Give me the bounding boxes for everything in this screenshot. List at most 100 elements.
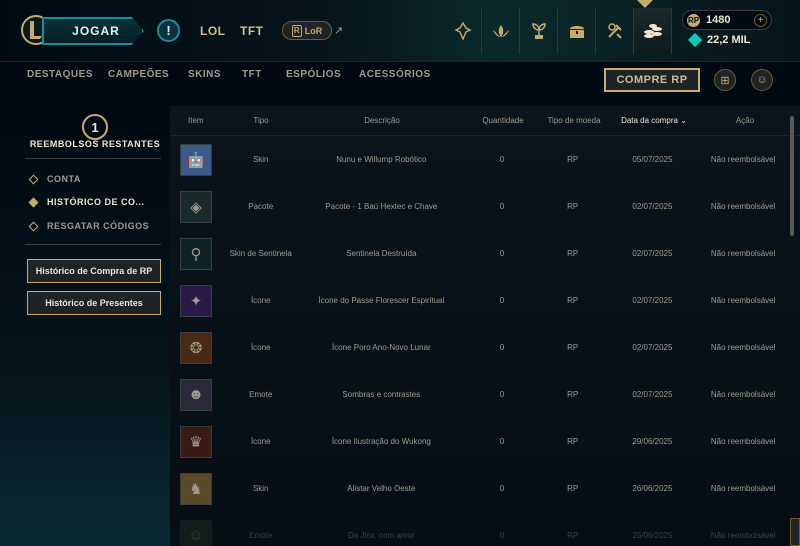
cell-descricao: Ícone Ilustração do Wukong	[331, 437, 431, 446]
plant-icon[interactable]	[520, 8, 558, 54]
cell-data: 26/06/2025	[632, 484, 673, 493]
cell-moeda: RP	[567, 155, 579, 164]
gift-icon[interactable]: ⊞	[714, 69, 736, 91]
cell-moeda: RP	[567, 484, 579, 493]
cell-moeda: RP	[567, 343, 579, 352]
play-button[interactable]: JOGAR	[42, 17, 144, 45]
cell-descricao: Sombras e contrastes	[342, 390, 421, 399]
cell-quantidade: 0	[499, 343, 505, 352]
tab-destaques[interactable]: DESTAQUES	[27, 69, 93, 80]
cell-tipo: Skin	[252, 484, 269, 493]
cell-moeda: RP	[567, 296, 579, 305]
cell-acao: Não reembolsável	[710, 390, 776, 399]
cell-item: ◈	[170, 190, 226, 223]
lor-badge-icon: R	[291, 24, 302, 37]
currency-panel: RP 1480 + 22,2 MIL	[682, 10, 772, 48]
cell-tipo: Pacote	[248, 202, 274, 211]
cell-item: ☺	[170, 519, 226, 546]
lor-button[interactable]: R LoR	[282, 21, 332, 40]
cell-acao: Não reembolsável	[710, 437, 776, 446]
cell-data: 02/07/2025	[632, 249, 673, 258]
cell-tipo: Ícone	[250, 296, 271, 305]
cell-data: 02/07/2025	[632, 202, 673, 211]
sidebar-item-historico[interactable]: HISTÓRICO DE CO...	[28, 197, 145, 207]
table-row[interactable]: ☺ Emote Da Jinx, com amor 0 RP 25/06/2025 Não …	[170, 512, 790, 546]
buy-rp-button[interactable]: COMPRE RP	[604, 68, 700, 92]
cell-moeda: RP	[567, 531, 579, 540]
cell-data: 25/06/2025	[632, 531, 673, 540]
table-row[interactable]: ✦ Ícone Ícone do Passe Florescer Espiritua…	[170, 277, 790, 324]
tab-espolios[interactable]: ESPÓLIOS	[286, 69, 341, 80]
alert-icon[interactable]: !	[157, 19, 180, 42]
table-row[interactable]: ♛ Ícone Ícone Ilustração do Wukong 0 RP 29/06…	[170, 418, 790, 465]
cell-item: ♞	[170, 472, 226, 505]
table-row[interactable]: ♞ Skin Alistar Velho Oeste 0 RP 26/06/2025 Não…	[170, 465, 790, 512]
sidebar-item-conta[interactable]: CONTA	[28, 174, 81, 184]
chest-icon[interactable]	[558, 8, 596, 54]
friends-icon[interactable]: ☺	[751, 69, 773, 91]
gift-history-button[interactable]: Histórico de Presentes	[27, 291, 161, 315]
tab-tft[interactable]: TFT	[240, 24, 264, 38]
item-thumbnail: ⚲	[180, 237, 212, 270]
cell-moeda: RP	[567, 249, 579, 258]
cell-acao: Não reembolsável	[710, 202, 776, 211]
external-link-icon: ↗	[334, 25, 344, 37]
tab-skins[interactable]: SKINS	[188, 69, 221, 80]
table-row[interactable]: ⚲ Skin de Sentinela Sentinela Destruída 0 RP…	[170, 230, 790, 277]
header-acao: Ação	[735, 116, 755, 125]
cell-quantidade: 0	[499, 484, 505, 493]
rp-purchase-history-button[interactable]: Histórico de Compra de RP	[27, 259, 161, 283]
active-tab-notch-icon	[637, 0, 653, 8]
cell-data: 02/07/2025	[632, 296, 673, 305]
tab-lol[interactable]: LOL	[200, 24, 226, 38]
item-thumbnail: ♛	[180, 425, 212, 458]
scrollbar[interactable]	[790, 116, 794, 236]
cell-item: ☻	[170, 378, 226, 411]
table-row[interactable]: ❂ Ícone Ícone Poro Ano-Novo Lunar 0 RP 02/07/…	[170, 324, 790, 371]
purchase-history-table: Item Tipo Descrição Quantidade Tipo de m…	[170, 106, 800, 546]
home-icon[interactable]	[444, 8, 482, 54]
top-navigation-bar: JOGAR ! LOL TFT R LoR ↗ RP 1480 + 22,2 M…	[0, 0, 800, 62]
sidebar-item-label: RESGATAR CÓDIGOS	[47, 221, 150, 231]
cell-quantidade: 0	[499, 249, 505, 258]
cell-descricao: Sentinela Destruída	[346, 249, 417, 258]
item-thumbnail: ♞	[180, 472, 212, 505]
cell-descricao: Pacote - 1 Baú Hextec e Chave	[325, 202, 438, 211]
sort-chevron-icon: ⌄	[680, 116, 687, 125]
cell-item: ♛	[170, 425, 226, 458]
item-thumbnail: ◈	[180, 190, 212, 223]
add-rp-button[interactable]: +	[754, 13, 767, 27]
blue-essence-amount: 22,2 MIL	[707, 34, 751, 46]
crafting-icon[interactable]	[596, 8, 634, 54]
rp-coin-icon: RP	[687, 13, 700, 27]
cell-tipo: Ícone	[250, 343, 271, 352]
rp-amount: 1480	[706, 14, 731, 26]
header-tipo: Tipo	[253, 116, 269, 125]
cell-data: 02/07/2025	[632, 343, 673, 352]
cell-moeda: RP	[567, 202, 579, 211]
tab-tft[interactable]: TFT	[242, 69, 262, 80]
item-thumbnail: 🤖	[180, 143, 212, 176]
cell-descricao: Alistar Velho Oeste	[347, 484, 416, 493]
main-nav-icons	[444, 8, 672, 54]
tab-campeoes[interactable]: CAMPEÕES	[108, 69, 169, 80]
item-thumbnail: ☺	[180, 519, 212, 546]
diamond-filled-icon	[28, 197, 39, 207]
store-icon[interactable]	[634, 8, 672, 54]
cell-moeda: RP	[567, 437, 579, 446]
table-row[interactable]: 🤖 Skin Nunu e Willump Robótico 0 RP 05/07/202…	[170, 136, 790, 183]
sidebar-item-resgatar[interactable]: RESGATAR CÓDIGOS	[28, 221, 150, 231]
lotus-icon[interactable]	[482, 8, 520, 54]
cell-descricao: Nunu e Willump Robótico	[336, 155, 427, 164]
cell-moeda: RP	[567, 390, 579, 399]
blue-essence-balance: 22,2 MIL	[682, 32, 772, 48]
table-row[interactable]: ◈ Pacote Pacote - 1 Baú Hextec e Chave 0 RP 0…	[170, 183, 790, 230]
cell-data: 05/07/2025	[632, 155, 673, 164]
account-sidebar: 1 REEMBOLSOS RESTANTES CONTA HISTÓRICO D…	[0, 106, 170, 546]
cell-item: 🤖	[170, 143, 226, 176]
table-row[interactable]: ☻ Emote Sombras e contrastes 0 RP 02/07/2025 N…	[170, 371, 790, 418]
cell-quantidade: 0	[499, 202, 505, 211]
cell-quantidade: 0	[499, 155, 505, 164]
tab-acessorios[interactable]: ACESSÓRIOS	[359, 69, 431, 80]
header-data-sort[interactable]: Data da compra ⌄	[610, 116, 698, 125]
